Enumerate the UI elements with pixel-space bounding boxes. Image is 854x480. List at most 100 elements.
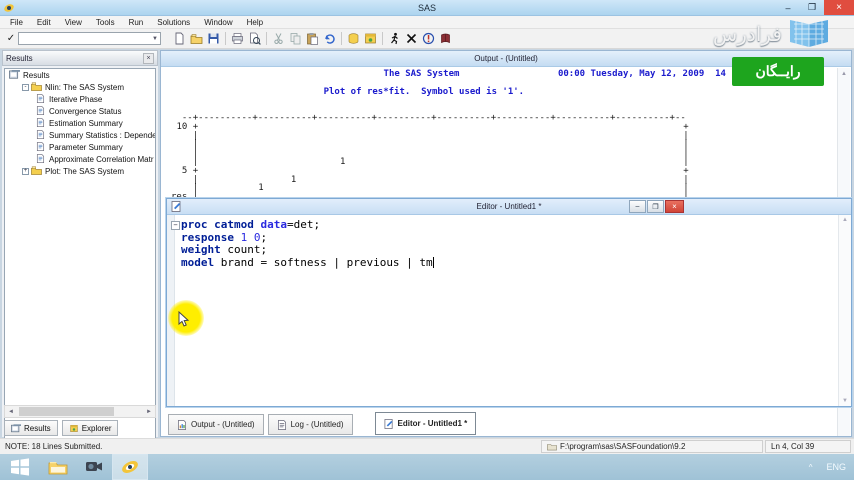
code-line[interactable]: response 1 0;: [181, 231, 838, 245]
status-bar: NOTE: 18 Lines Submitted. F:\program\sas…: [0, 438, 854, 454]
copy-icon[interactable]: [287, 31, 304, 46]
tree-item-label: Nlin: The SAS System: [45, 82, 124, 92]
menu-tools[interactable]: Tools: [89, 18, 122, 27]
taskbar-camera-button[interactable]: [76, 454, 112, 480]
editor-window-titlebar[interactable]: Editor - Untitled1 *: [167, 199, 851, 215]
results-panel-title: Results: [6, 53, 33, 63]
help-icon[interactable]: [437, 31, 454, 46]
toolbar-separator: [382, 32, 383, 45]
results-folder-icon: [31, 166, 42, 176]
folder-icon: [547, 443, 557, 450]
editor-maximize-button[interactable]: ❐: [647, 200, 664, 213]
undo-icon[interactable]: [321, 31, 338, 46]
results-horizontal-scrollbar[interactable]: ◄ ►: [4, 405, 156, 418]
scroll-up-icon[interactable]: ▲: [838, 68, 850, 77]
new-file-icon[interactable]: [171, 31, 188, 46]
command-check-icon[interactable]: ✓: [4, 33, 18, 44]
window-tab-output[interactable]: Output - (Untitled): [168, 414, 264, 435]
menu-file[interactable]: File: [3, 18, 30, 27]
results-tree-item[interactable]: Iterative Phase: [5, 93, 155, 105]
panel-tab-explorer[interactable]: Explorer: [61, 420, 119, 436]
editor-minimize-button[interactable]: –: [629, 200, 646, 213]
cut-icon[interactable]: [270, 31, 287, 46]
menu-help[interactable]: Help: [240, 18, 270, 27]
results-doc-icon: [35, 106, 46, 116]
editor-close-button[interactable]: ×: [665, 200, 684, 213]
menu-run[interactable]: Run: [122, 18, 151, 27]
clear-icon[interactable]: [403, 31, 420, 46]
output-plot-line: | |: [192, 139, 689, 150]
window-title: SAS: [417, 2, 436, 13]
scrollbar-thumb[interactable]: [18, 407, 114, 416]
code-line[interactable]: proc catmod data=det;: [181, 218, 838, 232]
taskbar-file-explorer-button[interactable]: [40, 454, 76, 480]
editor-vertical-scrollbar[interactable]: ▲ ▼: [838, 215, 851, 406]
results-doc-icon: [35, 154, 46, 164]
menu-edit[interactable]: Edit: [30, 18, 58, 27]
command-dropdown-icon[interactable]: ▼: [152, 36, 160, 42]
results-tree-item[interactable]: Results: [5, 69, 155, 81]
print-preview-icon[interactable]: [246, 31, 263, 46]
taskbar: ^ ENG: [0, 454, 854, 480]
explorer-icon[interactable]: [362, 31, 379, 46]
results-tree-item[interactable]: Approximate Correlation Matr: [5, 153, 155, 165]
text-caret: [432, 256, 434, 268]
window-tab-editor[interactable]: Editor - Untitled1 *: [374, 412, 477, 435]
results-tree-item[interactable]: Convergence Status: [5, 105, 155, 117]
break-icon[interactable]: [420, 31, 437, 46]
window-tab-log[interactable]: Log - (Untitled): [267, 414, 353, 435]
results-tree-item[interactable]: - Nlin: The SAS System: [5, 81, 155, 93]
start-button[interactable]: [0, 454, 40, 480]
scroll-down-icon[interactable]: ▼: [839, 398, 851, 404]
command-input[interactable]: ▼: [18, 32, 161, 45]
tree-item-label: Approximate Correlation Matr: [49, 154, 154, 164]
menu-view[interactable]: View: [58, 18, 89, 27]
menu-window[interactable]: Window: [197, 18, 239, 27]
mouse-cursor-highlight: [168, 300, 204, 336]
code-line[interactable]: model brand = softness | previous | tm: [181, 256, 838, 270]
minimize-button[interactable]: –: [776, 0, 800, 15]
results-panel-close-button[interactable]: ×: [143, 52, 154, 64]
window-tab-label: Log - (Untitled): [290, 420, 344, 429]
results-tree-item[interactable]: + Plot: The SAS System: [5, 165, 155, 177]
panel-tab-results[interactable]: Results: [4, 420, 58, 436]
cursor-position: Ln 4, Col 39: [765, 440, 851, 453]
new-library-icon[interactable]: [345, 31, 362, 46]
paste-icon[interactable]: [304, 31, 321, 46]
open-icon[interactable]: [188, 31, 205, 46]
working-directory[interactable]: F:\program\sas\SASFoundation\9.2: [541, 440, 763, 453]
save-icon[interactable]: [205, 31, 222, 46]
toolbar-separator: [266, 32, 267, 45]
language-indicator[interactable]: ENG: [826, 462, 846, 472]
tray-expand-icon[interactable]: ^: [809, 463, 813, 472]
editor-window: Editor - Untitled1 * − proc catmod data=…: [166, 198, 852, 407]
scroll-left-icon[interactable]: ◄: [5, 409, 17, 415]
tree-item-label: Iterative Phase: [49, 94, 103, 104]
tree-item-label: Results: [23, 70, 50, 80]
output-plot-line: --+----------+----------+----------+----…: [181, 113, 686, 123]
results-tree: Results - Nlin: The SAS System Iterative Ph…: [4, 68, 156, 452]
maximize-button[interactable]: ❐: [800, 0, 824, 15]
results-panel-header: Results ×: [2, 50, 158, 66]
output-plot-line: | 1 |: [192, 183, 689, 194]
toolbar-separator: [341, 32, 342, 45]
output-plot-line: 5 + +: [181, 165, 689, 176]
results-tree-item[interactable]: Estimation Summary: [5, 117, 155, 129]
close-button[interactable]: ×: [824, 0, 854, 15]
expand-icon[interactable]: +: [22, 167, 29, 175]
code-editor[interactable]: − proc catmod data=det; response 1 0; weig…: [171, 215, 838, 406]
sas-application-window: SAS – ❐ × File Edit View Tools Run Solutions W…: [0, 0, 854, 480]
code-fold-icon[interactable]: −: [171, 221, 180, 230]
taskbar-sas-button[interactable]: [112, 454, 148, 480]
editor-window-title: Editor - Untitled1 *: [476, 202, 542, 211]
menu-solutions[interactable]: Solutions: [150, 18, 197, 27]
results-doc-icon: [35, 130, 46, 140]
submit-icon[interactable]: [386, 31, 403, 46]
scroll-up-icon[interactable]: ▲: [839, 215, 851, 223]
output-plot-line: | |: [192, 130, 689, 141]
results-tree-item[interactable]: Summary Statistics : Dependen: [5, 129, 155, 141]
results-tree-item[interactable]: Parameter Summary: [5, 141, 155, 153]
print-icon[interactable]: [229, 31, 246, 46]
scroll-right-icon[interactable]: ►: [143, 409, 155, 415]
collapse-icon[interactable]: -: [22, 83, 29, 91]
